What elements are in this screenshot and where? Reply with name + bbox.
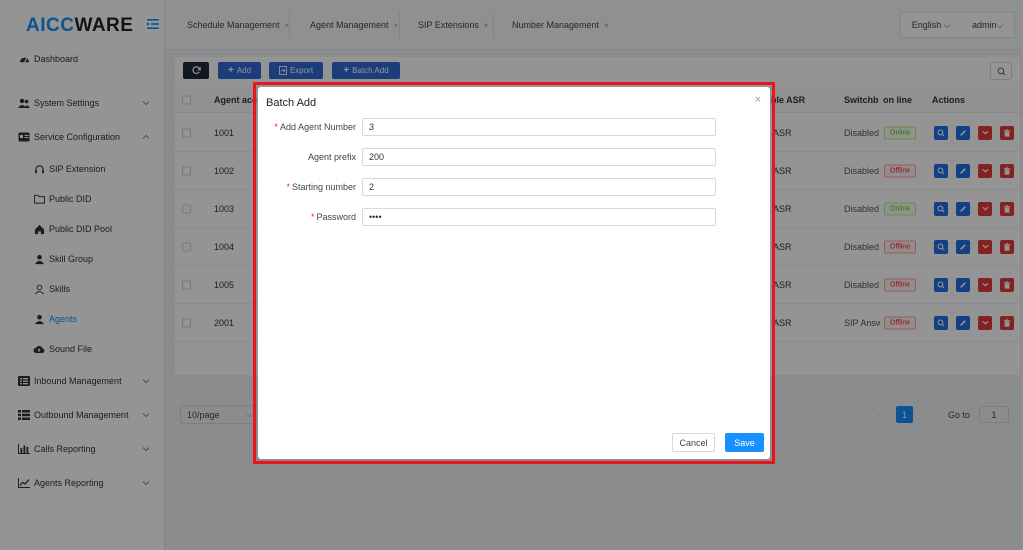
agent-prefix-input[interactable]: [362, 148, 716, 166]
password-input[interactable]: [362, 208, 716, 226]
field-label: Agent prefix: [308, 152, 356, 162]
label-text: Agent prefix: [307, 152, 356, 162]
form-row-agent-number: * Add Agent Number: [258, 118, 770, 136]
cancel-button[interactable]: Cancel: [672, 433, 715, 452]
label-text: Password: [316, 212, 356, 222]
field-label: * Password: [311, 212, 356, 222]
label-text: Starting number: [291, 182, 356, 192]
required-mark: *: [286, 182, 290, 192]
close-icon[interactable]: ×: [755, 94, 761, 106]
save-button[interactable]: Save: [725, 433, 764, 452]
required-mark: *: [310, 212, 315, 222]
required-mark: *: [274, 122, 278, 132]
field-label: * Starting number: [286, 182, 356, 192]
add-agent-number-input[interactable]: [362, 118, 716, 136]
form-row-password: * Password: [258, 208, 770, 226]
field-label: * Add Agent Number: [274, 122, 356, 132]
form-row-agent-prefix: Agent prefix: [258, 148, 770, 166]
dialog-title: Batch Add: [266, 97, 317, 109]
form-row-starting-number: * Starting number: [258, 178, 770, 196]
starting-number-input[interactable]: [362, 178, 716, 196]
batch-add-dialog: Batch Add × *Add Agent Number Agent pref…: [258, 87, 770, 459]
label-text: Add Agent Number: [279, 122, 356, 132]
